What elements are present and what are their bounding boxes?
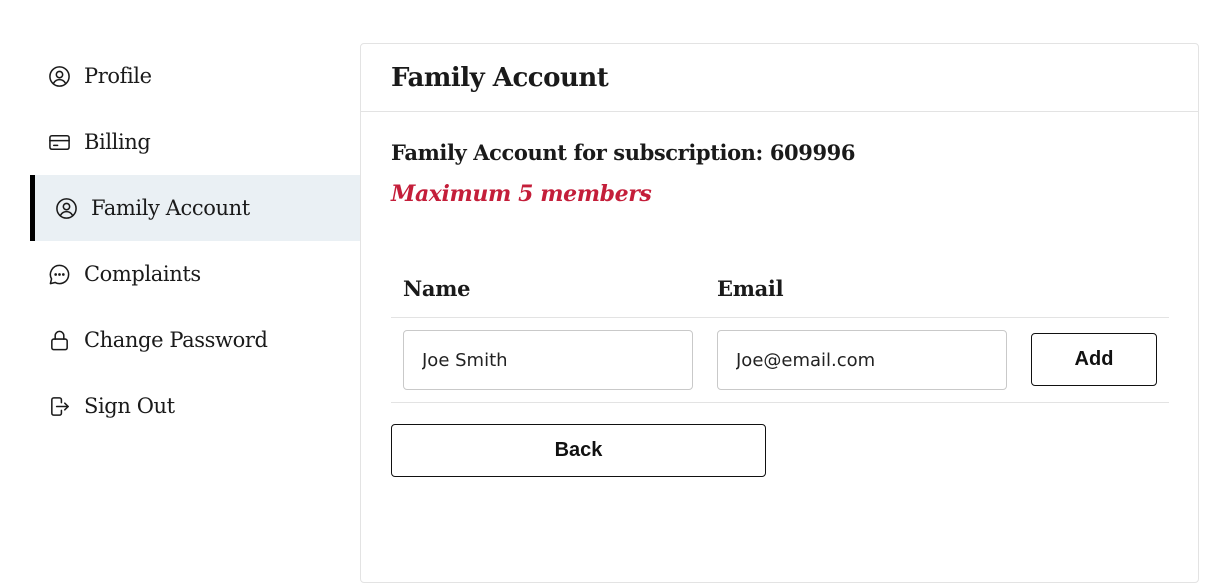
sidebar-item-label: Sign Out	[84, 394, 175, 418]
sidebar-item-label: Profile	[84, 64, 152, 88]
sidebar-item-sign-out[interactable]: Sign Out	[30, 373, 360, 439]
sidebar-item-change-password[interactable]: Change Password	[30, 307, 360, 373]
sidebar-item-complaints[interactable]: Complaints	[30, 241, 360, 307]
sidebar-item-label: Complaints	[84, 262, 201, 286]
max-members-note: Maximum 5 members	[391, 181, 652, 207]
user-circle-icon	[54, 196, 78, 220]
back-button[interactable]: Back	[391, 424, 766, 477]
sidebar-item-label: Billing	[84, 130, 151, 154]
email-input[interactable]	[717, 330, 1007, 390]
sidebar-item-billing[interactable]: Billing	[30, 109, 360, 175]
sidebar-item-label: Change Password	[84, 328, 268, 352]
sidebar: Profile Billing Family Account Complaint…	[30, 43, 360, 439]
sidebar-item-label: Family Account	[91, 196, 250, 220]
name-input[interactable]	[403, 330, 693, 390]
sidebar-item-family-account[interactable]: Family Account	[30, 175, 360, 241]
table-row: Add	[391, 318, 1169, 403]
chat-bubble-icon	[47, 262, 71, 286]
column-header-name: Name	[403, 276, 471, 301]
family-account-panel: Family Account Family Account for subscr…	[360, 43, 1199, 583]
panel-header: Family Account	[361, 44, 1198, 112]
lock-icon	[47, 328, 71, 352]
members-table: Name Email Add	[391, 250, 1169, 403]
user-circle-icon	[47, 64, 71, 88]
sign-out-icon	[47, 394, 71, 418]
add-member-button[interactable]: Add	[1031, 333, 1157, 386]
credit-card-icon	[47, 130, 71, 154]
page-title: Family Account	[391, 62, 609, 93]
column-header-email: Email	[717, 276, 784, 301]
table-header: Name Email	[391, 250, 1169, 318]
sidebar-item-profile[interactable]: Profile	[30, 43, 360, 109]
subscription-heading: Family Account for subscription: 609996	[391, 140, 856, 165]
